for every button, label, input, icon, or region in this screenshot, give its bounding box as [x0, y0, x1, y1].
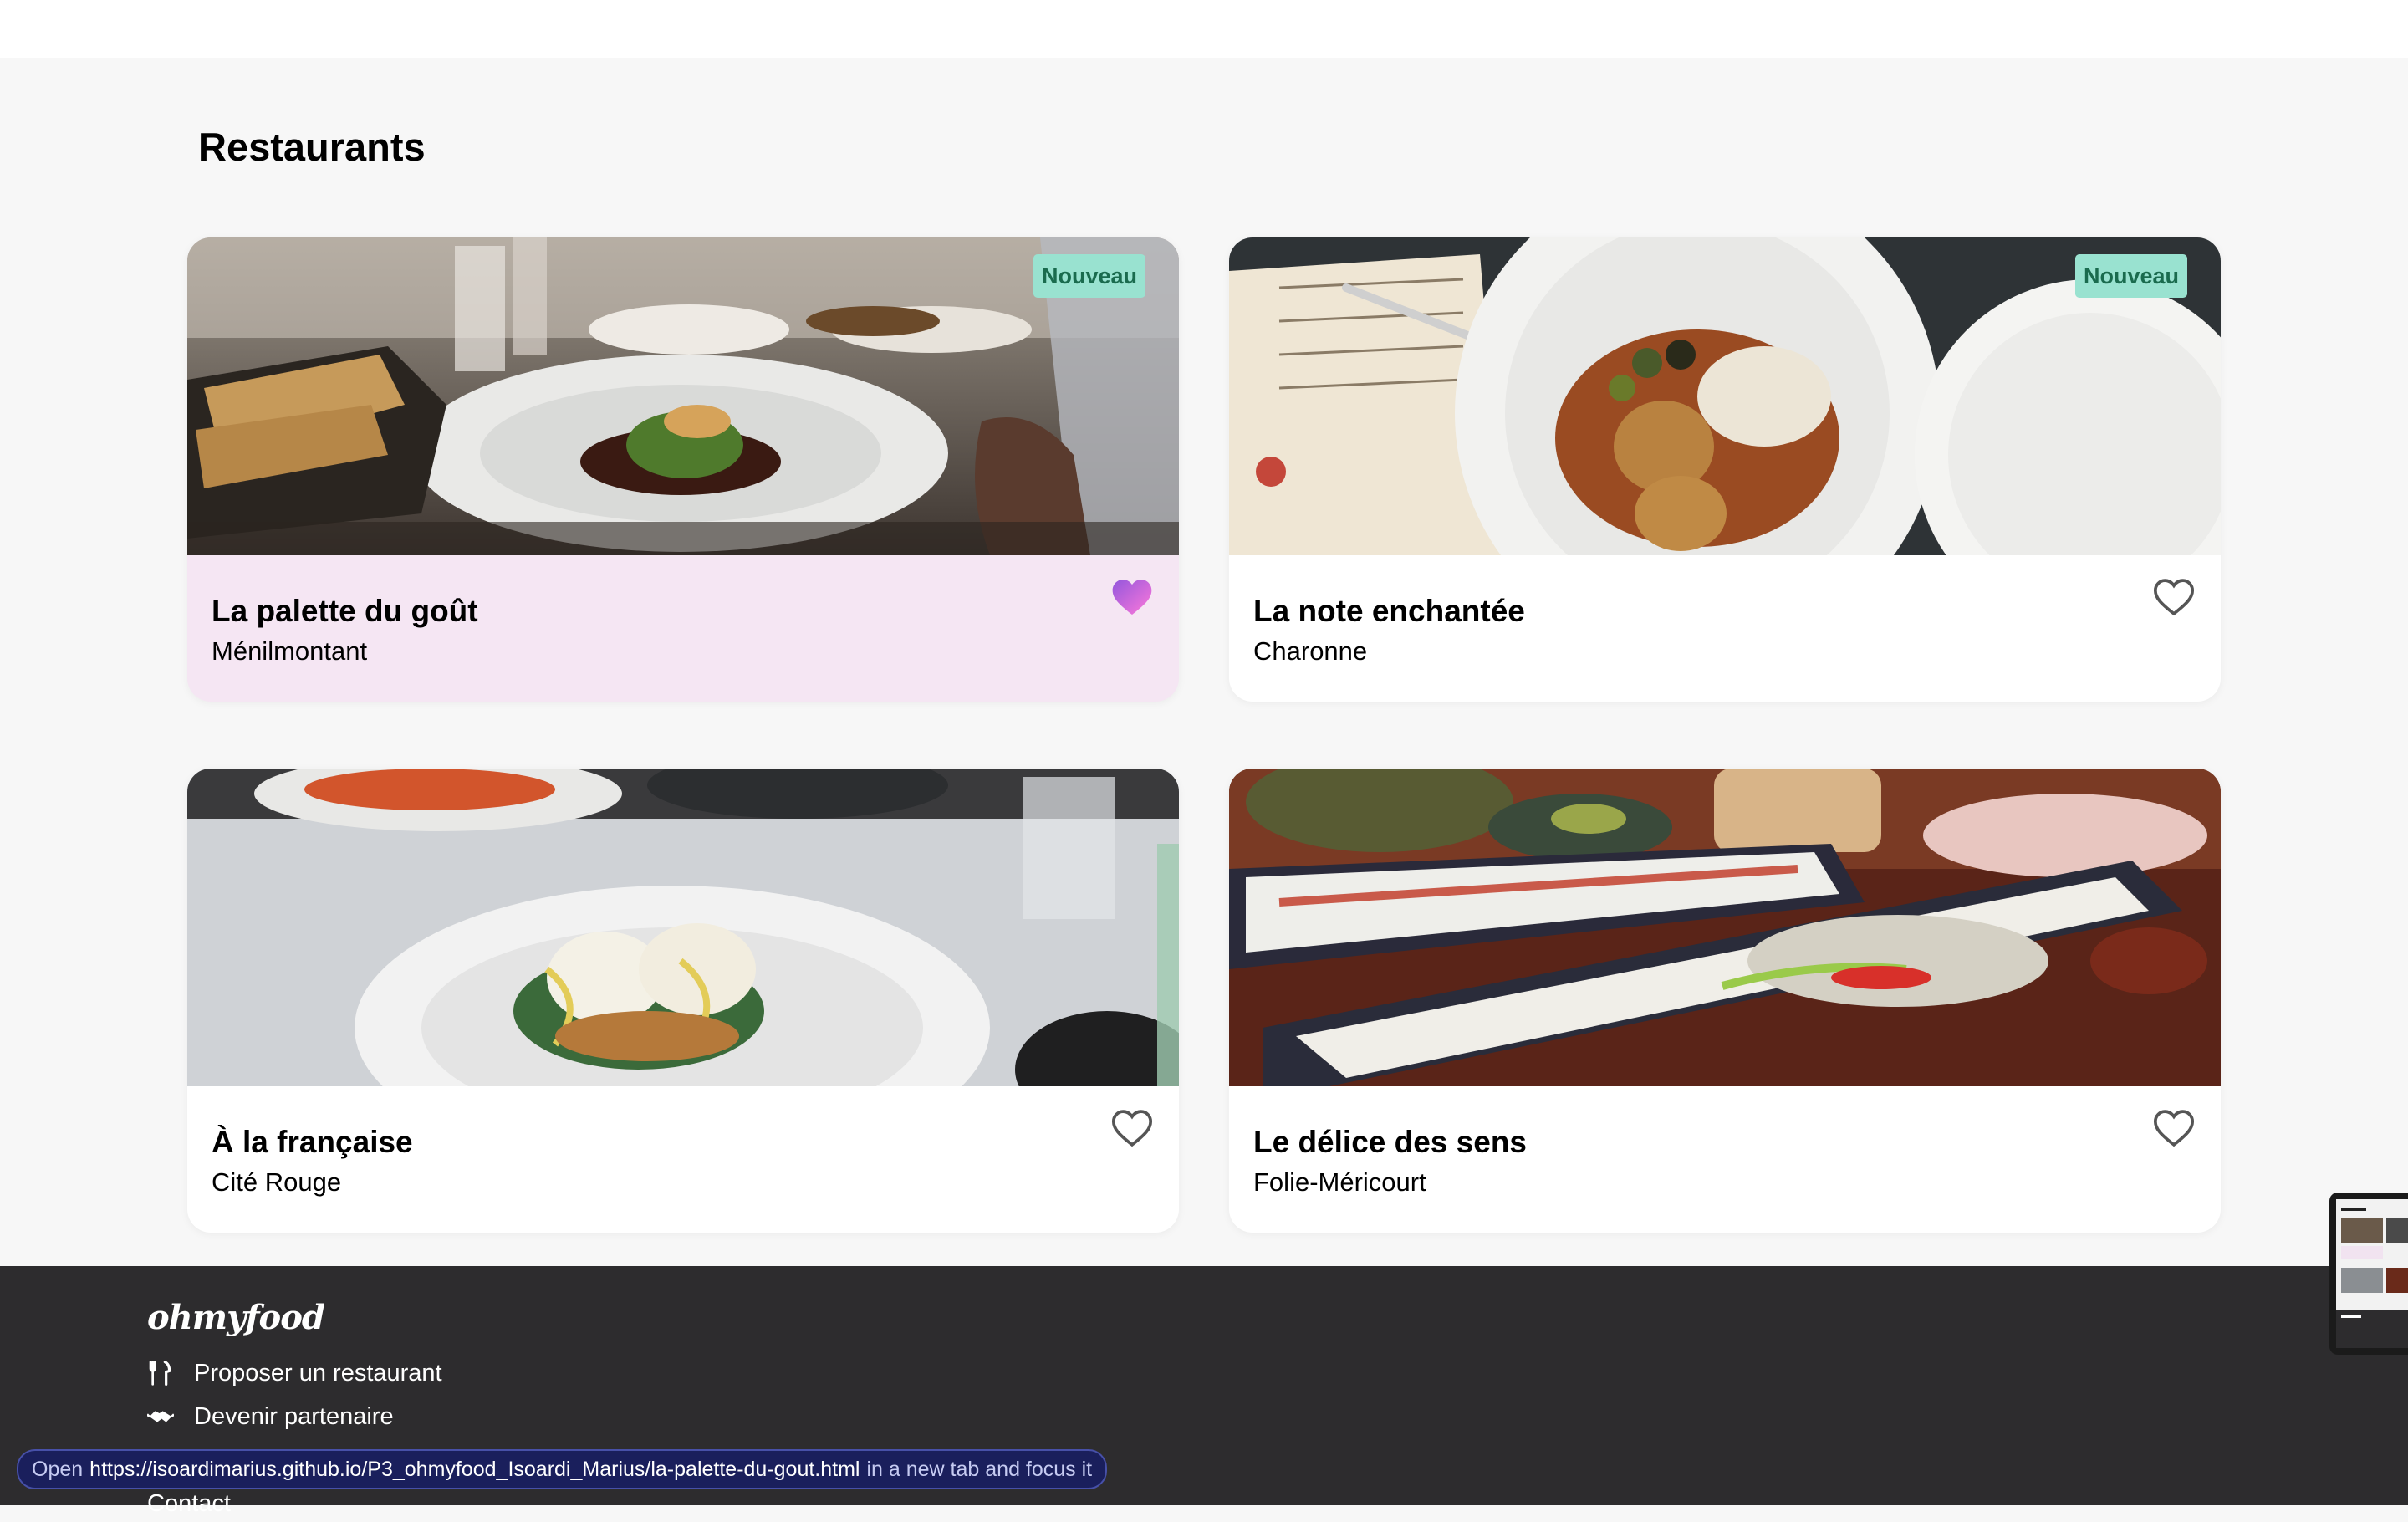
footer-link-contact[interactable]: Contact	[147, 1485, 231, 1522]
heart-outline-icon[interactable]	[2150, 1105, 2197, 1152]
restaurant-area: Charonne	[1253, 636, 1368, 666]
footer-link-label: Contact	[147, 1489, 231, 1517]
footer-link-label: Devenir partenaire	[194, 1402, 394, 1430]
restaurant-card[interactable]: Nouveau La note enchantée Charonne	[1229, 237, 2221, 702]
heart-outline-icon[interactable]	[2150, 574, 2197, 621]
link-status-bar: Open https://isoardimarius.github.io/P3_…	[17, 1449, 1108, 1489]
restaurant-card[interactable]: Nouveau La palette du goût Ménilmontant	[187, 237, 1179, 702]
status-prefix: Open	[32, 1457, 84, 1481]
top-header	[0, 0, 2408, 58]
heart-filled-icon[interactable]	[1109, 574, 1156, 621]
utensils-icon	[149, 1361, 171, 1386]
footer-logo: ohmyfood	[147, 1298, 325, 1337]
status-suffix: in a new tab and focus it	[866, 1457, 1093, 1481]
new-badge: Nouveau	[1033, 254, 1145, 298]
heart-outline-icon[interactable]	[1109, 1105, 1156, 1152]
new-badge: Nouveau	[2074, 254, 2187, 298]
restaurant-name: À la française	[212, 1125, 413, 1159]
restaurant-photo	[1229, 769, 2221, 1086]
footer-link-label: Proposer un restaurant	[194, 1359, 442, 1387]
restaurant-area: Folie-Méricourt	[1253, 1167, 1426, 1197]
restaurant-area: Ménilmontant	[212, 636, 368, 666]
restaurant-area: Cité Rouge	[212, 1167, 342, 1197]
footer-link-become-partner[interactable]: Devenir partenaire	[147, 1398, 394, 1435]
footer-link-propose-restaurant[interactable]: Proposer un restaurant	[147, 1355, 442, 1392]
restaurant-card[interactable]: Le délice des sens Folie-Méricourt	[1229, 769, 2221, 1233]
restaurant-photo	[187, 769, 1179, 1086]
page-preview-thumbnail[interactable]	[2329, 1193, 2408, 1355]
restaurant-name: La note enchantée	[1253, 594, 1525, 628]
handshake-icon	[147, 1411, 174, 1422]
restaurant-name: La palette du goût	[212, 594, 478, 628]
restaurant-photo: Nouveau	[1229, 237, 2221, 555]
section-title: Restaurants	[198, 125, 426, 169]
status-url: https://isoardimarius.github.io/P3_ohmyf…	[89, 1457, 860, 1481]
restaurant-name: Le délice des sens	[1253, 1125, 1528, 1159]
restaurant-card[interactable]: À la française Cité Rouge	[187, 769, 1179, 1233]
restaurant-photo: Nouveau	[187, 237, 1179, 555]
